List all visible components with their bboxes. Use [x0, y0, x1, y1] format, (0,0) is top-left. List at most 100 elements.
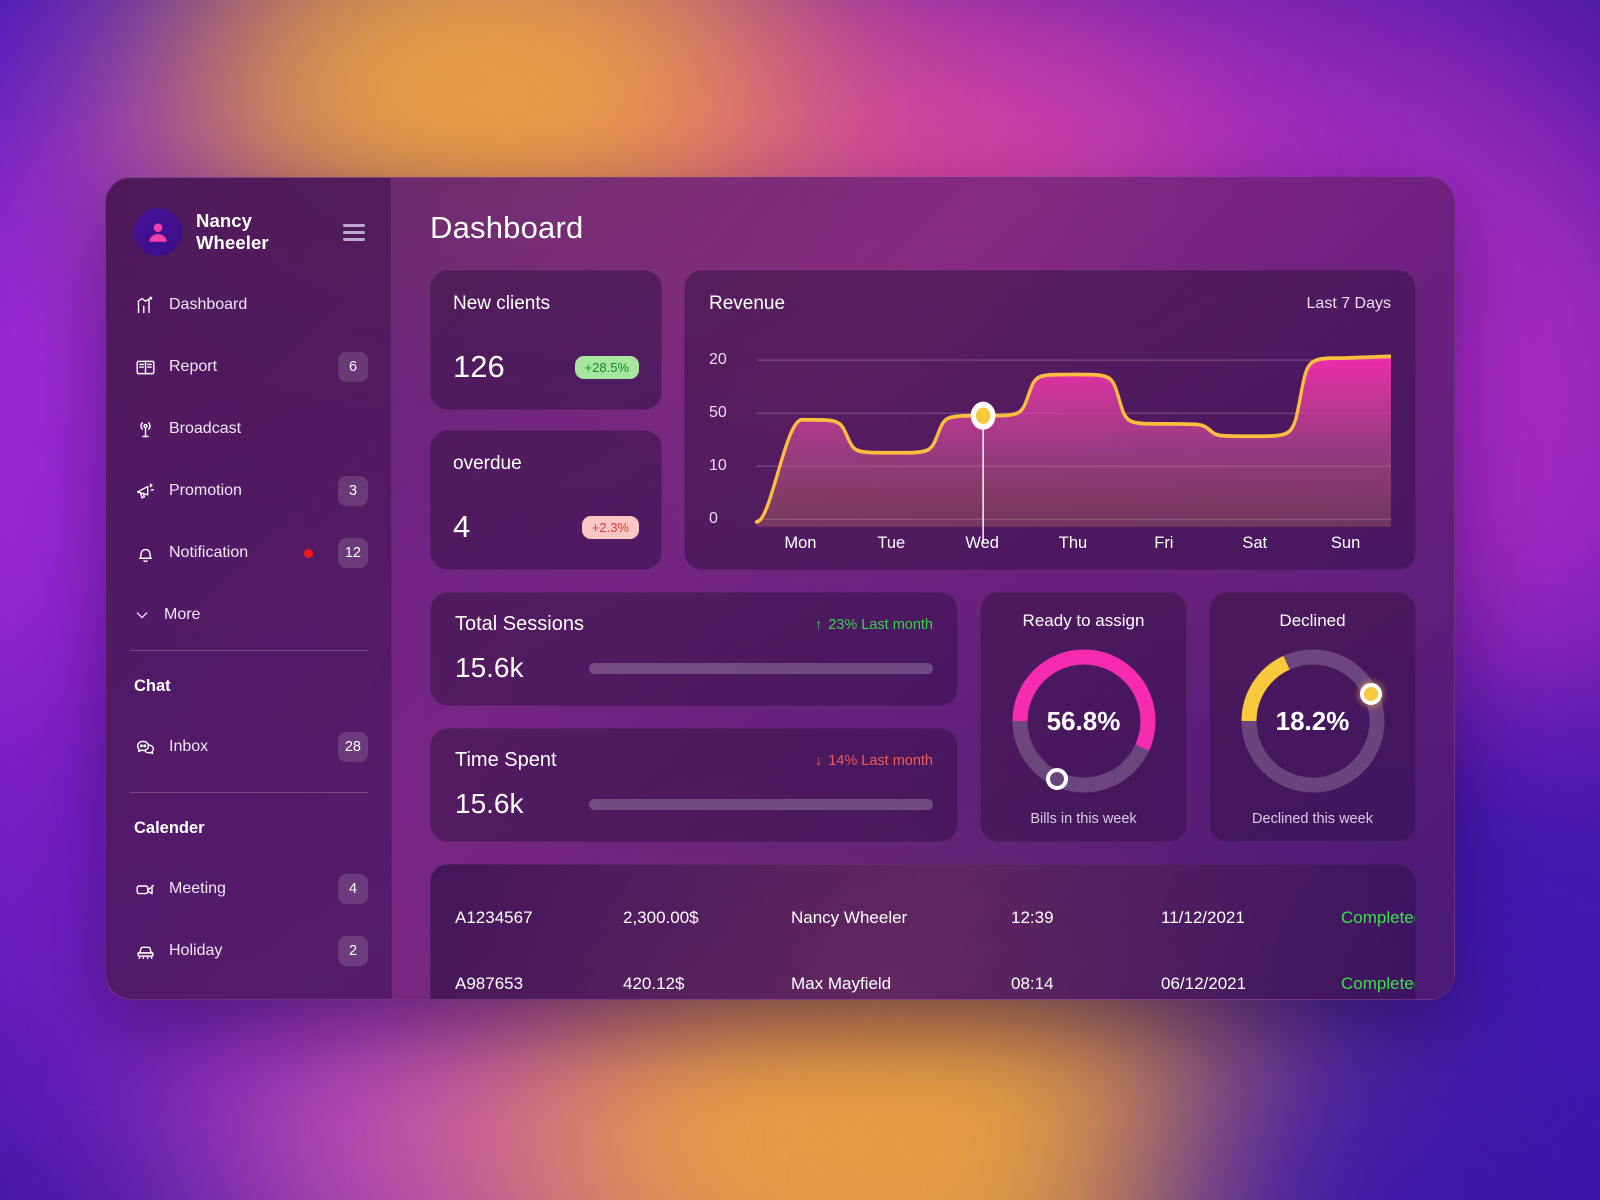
arrow-down-icon: ↓ [814, 752, 823, 769]
metric-delta: ↓ 14% Last month [815, 753, 933, 769]
kpi-value: 126 [453, 349, 505, 384]
table-row[interactable]: A987653 420.12$ Max Mayfield 08:14 06/12… [455, 951, 1415, 999]
sidebar: Nancy Wheeler Dashboard Report 6 Broadca… [106, 178, 392, 999]
kpi-card-overdue[interactable]: overdue 4 +2.3% [430, 430, 662, 570]
avatar [134, 208, 182, 256]
sidebar-item-dashboard[interactable]: Dashboard [130, 288, 368, 322]
kpi-title: overdue [453, 453, 522, 474]
metric-header: Total Sessions ↑ 23% Last month [455, 613, 933, 636]
analytics-chart-icon [134, 294, 156, 316]
hamburger-icon[interactable] [340, 221, 368, 244]
metric-value: 15.6k [455, 788, 524, 819]
x-axis-tick: Mon [784, 534, 817, 552]
book-icon [134, 356, 156, 378]
x-axis-tick: Fri [1154, 534, 1174, 552]
kpi-value: 4 [453, 509, 471, 544]
revenue-range[interactable]: Last 7 Days [1307, 295, 1391, 313]
chat-bubbles-icon [134, 736, 156, 758]
cell-name: Max Mayfield [791, 974, 892, 993]
user-icon [149, 223, 167, 242]
notification-dot [303, 548, 313, 558]
donut-caption: Declined this week [1252, 811, 1373, 827]
second-row: Total Sessions ↑ 23% Last month 15.6k Ti… [430, 592, 1416, 842]
cell-date: 11/12/2021 [1161, 908, 1245, 927]
cell-name: Nancy Wheeler [791, 908, 908, 927]
donut-card-declined[interactable]: Declined 18.2% Declined this week [1209, 592, 1416, 842]
kpi-bottom: 126 +28.5% [453, 349, 639, 409]
kpi-title: New clients [453, 293, 551, 314]
sidebar-badge: 12 [337, 538, 368, 568]
revenue-header: Revenue Last 7 Days [709, 293, 1391, 315]
sidebar-item-label: Promotion [169, 482, 242, 499]
main-content: Dashboard New clients 126 +28.5% overdue… [392, 178, 1454, 999]
sidebar-section-chat: Chat [134, 677, 171, 695]
donut-knob[interactable] [1359, 683, 1382, 706]
profile-name: Nancy Wheeler [196, 210, 269, 253]
metric-value: 15.6k [455, 652, 524, 683]
sidebar-divider [130, 792, 368, 793]
cell-amount: 420.12$ [623, 974, 685, 993]
bell-icon [134, 542, 156, 564]
marker-point[interactable] [975, 407, 991, 424]
metric-card-total-sessions[interactable]: Total Sessions ↑ 23% Last month 15.6k [430, 592, 958, 706]
sidebar-item-label: More [164, 606, 201, 623]
sidebar-item-more[interactable]: More [130, 598, 368, 632]
megaphone-icon [134, 480, 156, 502]
revenue-title: Revenue [709, 293, 786, 314]
cell-time: 08:14 [1011, 974, 1054, 993]
metric-body: 15.6k [455, 652, 933, 684]
donut-card-ready-to-assign[interactable]: Ready to assign 56.8% Bills in this week [980, 592, 1187, 842]
x-axis-tick: Sun [1330, 534, 1361, 552]
revenue-plot: 20 50 10 0 Mon Tue Wed Thu Fri Sat Sun [709, 321, 1391, 555]
x-axis-tick: Sat [1242, 534, 1268, 552]
donut-title: Declined [1279, 611, 1346, 630]
cell-status: Completed [1341, 908, 1416, 927]
donut-chart: 56.8% [1004, 641, 1164, 801]
metric-header: Time Spent ↓ 14% Last month [455, 749, 933, 772]
page-title: Dashboard [430, 210, 584, 245]
sidebar-badge: 28 [337, 732, 368, 762]
sidebar-item-report[interactable]: Report 6 [130, 350, 368, 384]
cell-id: A1234567 [455, 908, 533, 927]
sidebar-item-holiday[interactable]: Holiday 2 [130, 934, 368, 968]
kpi-bottom: 4 +2.3% [453, 509, 639, 569]
donut-caption: Bills in this week [1030, 811, 1137, 827]
revenue-chart-card: Revenue Last 7 Days 20 50 10 0 Mon Tue W… [684, 270, 1416, 570]
metric-delta-label: 23% Last month [828, 616, 933, 633]
broadcast-tower-icon [134, 418, 156, 440]
sidebar-item-broadcast[interactable]: Broadcast [130, 412, 368, 446]
sidebar-item-inbox[interactable]: Inbox 28 [130, 730, 368, 764]
video-camera-icon [134, 878, 156, 900]
metric-title: Total Sessions [455, 613, 584, 635]
profile-header[interactable]: Nancy Wheeler [130, 178, 368, 282]
chevron-down-icon [134, 607, 150, 623]
sidebar-item-meeting[interactable]: Meeting 4 [130, 872, 368, 906]
donut-knob[interactable] [1045, 768, 1068, 791]
sidebar-section-calendar: Calender [134, 819, 205, 837]
donut-value: 18.2% [1275, 705, 1350, 736]
sidebar-item-promotion[interactable]: Promotion 3 [130, 474, 368, 508]
sidebar-badge: 3 [338, 476, 368, 506]
kpi-card-new-clients[interactable]: New clients 126 +28.5% [430, 270, 662, 410]
metric-card-time-spent[interactable]: Time Spent ↓ 14% Last month 15.6k [430, 728, 958, 842]
top-row: New clients 126 +28.5% overdue 4 +2.3% R… [430, 270, 1416, 570]
metric-title: Time Spent [455, 749, 557, 771]
progress-track[interactable] [589, 798, 933, 810]
x-axis-tick: Tue [877, 534, 906, 552]
sidebar-badge: 2 [338, 936, 368, 966]
sidebar-divider [130, 650, 368, 651]
metric-body: 15.6k [455, 788, 933, 820]
sidebar-item-label: Report [169, 358, 218, 375]
sidebar-item-label: Inbox [169, 738, 209, 755]
cell-time: 12:39 [1011, 908, 1054, 927]
cell-status: Completed [1341, 974, 1416, 993]
sidebar-badge: 6 [338, 352, 368, 382]
progress-column: Total Sessions ↑ 23% Last month 15.6k Ti… [430, 592, 958, 842]
area-fill [756, 356, 1391, 527]
progress-track[interactable] [589, 662, 933, 674]
kpi-column: New clients 126 +28.5% overdue 4 +2.3% [430, 270, 662, 570]
table-row[interactable]: A1234567 2,300.00$ Nancy Wheeler 12:39 1… [455, 885, 1415, 951]
arrow-up-icon: ↑ [814, 616, 823, 633]
sidebar-item-notification[interactable]: Notification 12 [130, 536, 368, 570]
metric-delta-label: 14% Last month [828, 752, 933, 769]
